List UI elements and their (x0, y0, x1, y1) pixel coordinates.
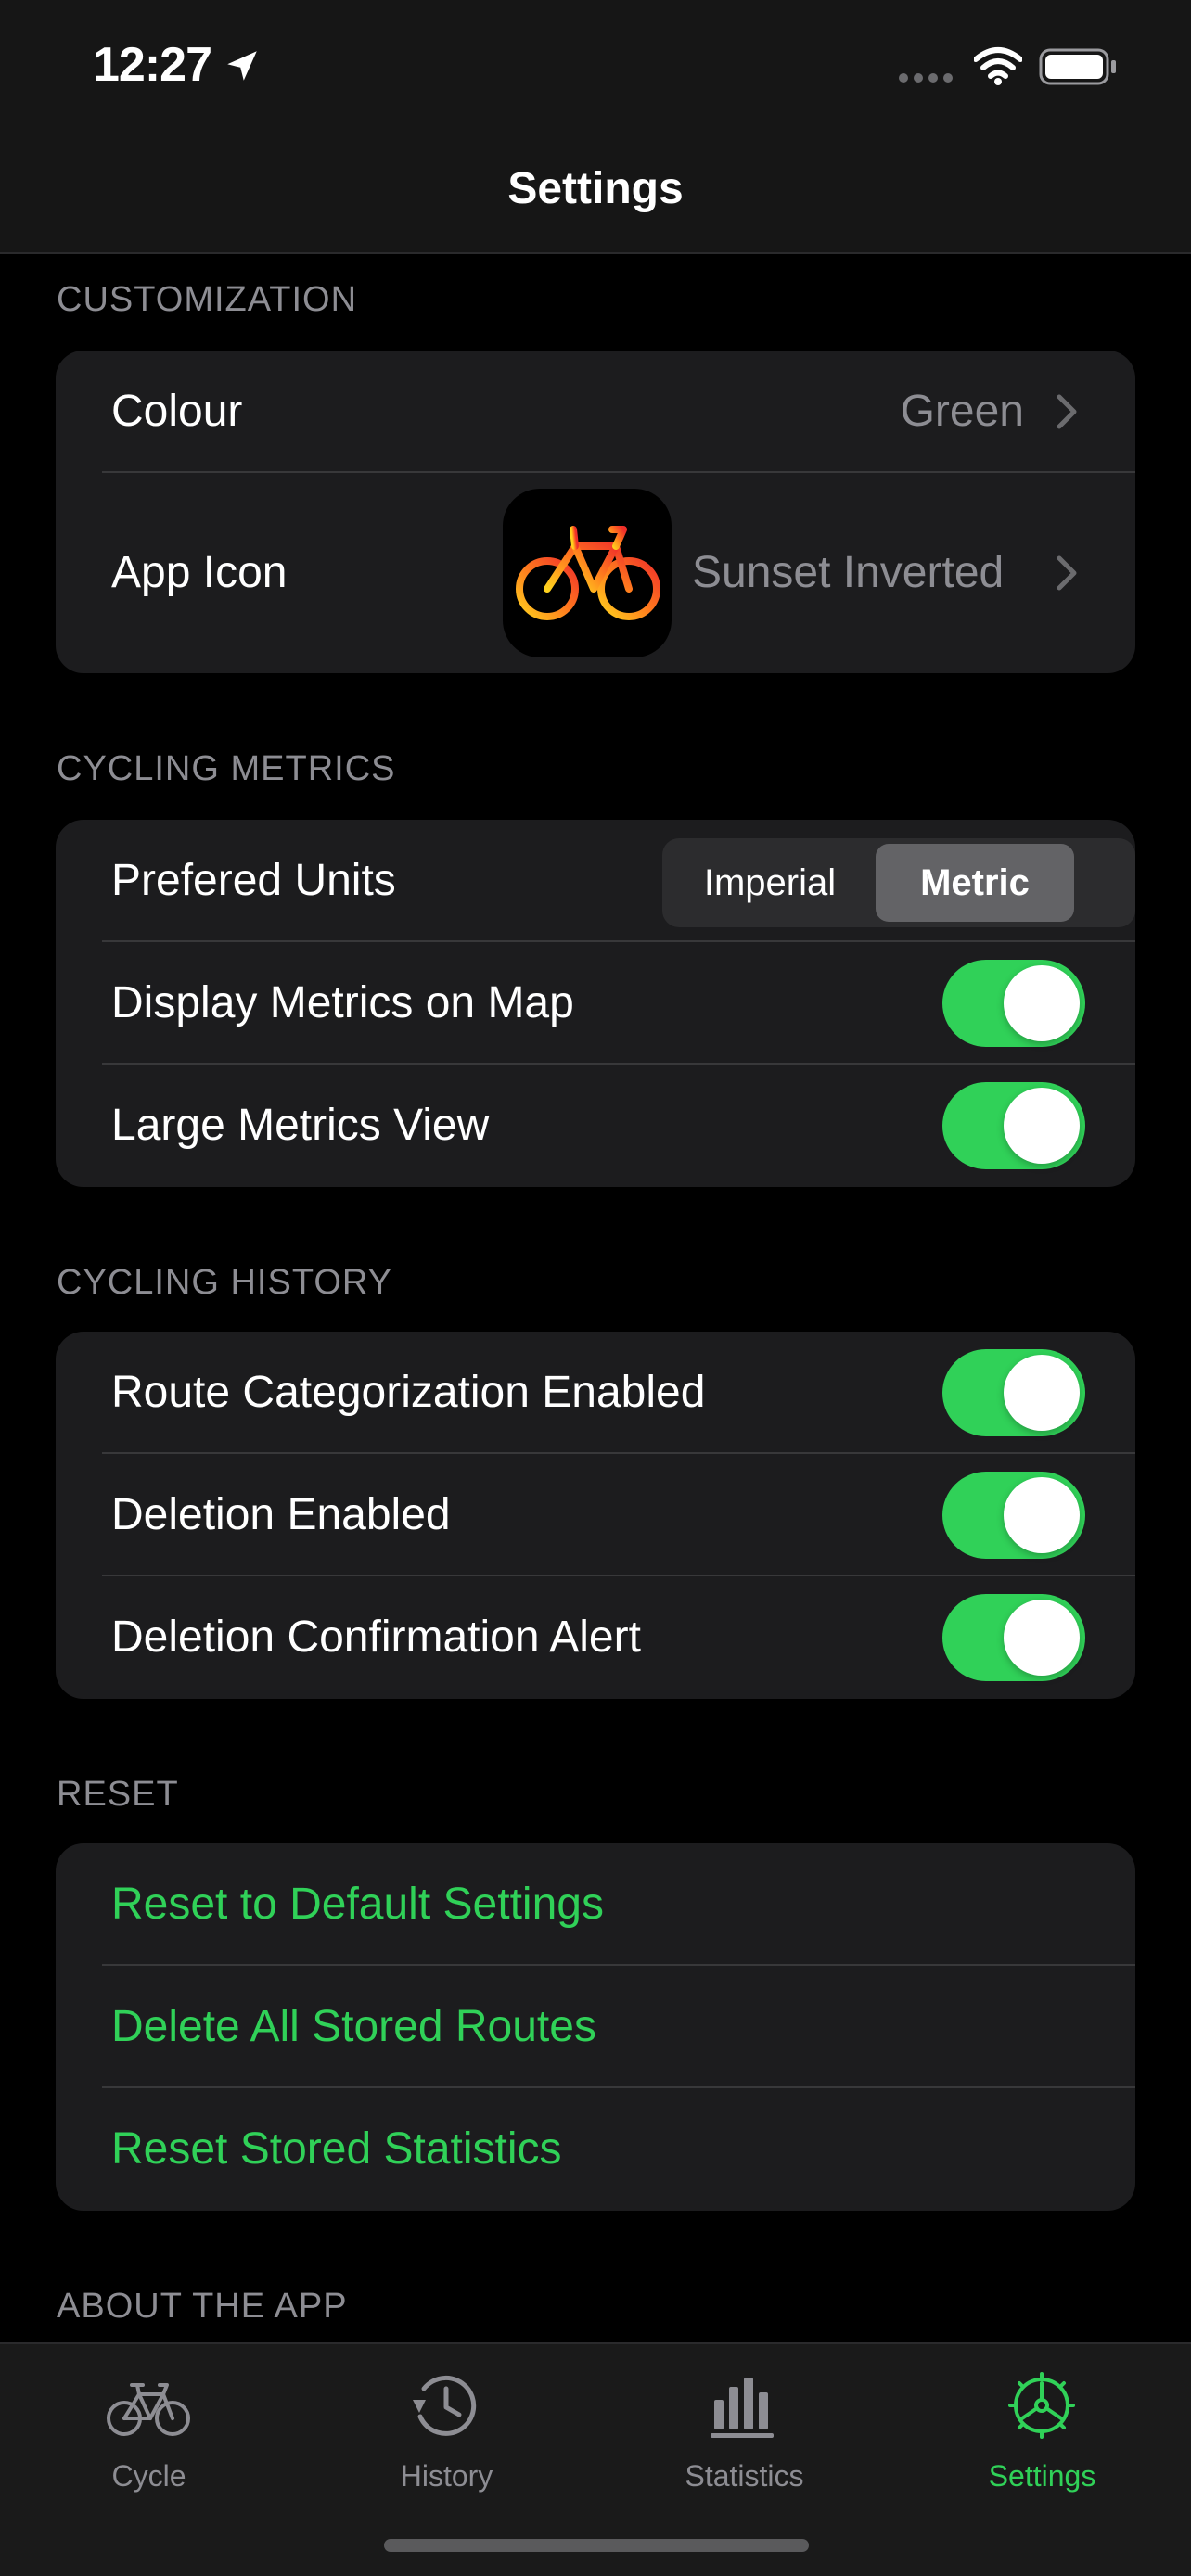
tab-history[interactable]: History (298, 2344, 596, 2511)
toggle-knob (1004, 1355, 1080, 1431)
app-icon-label: App Icon (111, 548, 288, 597)
toggle-knob (1004, 965, 1080, 1041)
battery-icon (1039, 48, 1116, 85)
large-metrics-view-toggle[interactable] (942, 1082, 1085, 1169)
display-metrics-map-toggle[interactable] (942, 960, 1085, 1047)
history-clock-icon (413, 2375, 477, 2436)
delete-routes-label: Delete All Stored Routes (111, 2002, 596, 2051)
large-metrics-view-row: Large Metrics View (56, 1065, 1135, 1187)
deletion-confirmation-toggle[interactable] (942, 1594, 1085, 1681)
display-metrics-map-row: Display Metrics on Map (56, 942, 1135, 1065)
tab-statistics[interactable]: Statistics (596, 2344, 893, 2511)
bicycle-icon (107, 2383, 190, 2436)
tab-label: Statistics (685, 2459, 804, 2493)
deletion-enabled-row: Deletion Enabled (56, 1454, 1135, 1576)
toggle-knob (1004, 1088, 1080, 1164)
tab-label: History (400, 2459, 493, 2493)
deletion-enabled-toggle[interactable] (942, 1472, 1085, 1559)
tab-cycle[interactable]: Cycle (0, 2344, 298, 2511)
segment-imperial[interactable]: Imperial (668, 844, 872, 922)
top-bar: 12:27 Settings (0, 0, 1191, 254)
display-metrics-map-label: Display Metrics on Map (111, 978, 574, 1027)
preferred-units-label: Prefered Units (111, 856, 396, 905)
route-categorization-label: Route Categorization Enabled (111, 1368, 706, 1417)
tab-label: Settings (988, 2459, 1096, 2493)
wifi-icon (974, 47, 1022, 85)
route-categorization-row: Route Categorization Enabled (56, 1332, 1135, 1454)
deletion-confirmation-label: Deletion Confirmation Alert (111, 1613, 641, 1662)
deletion-enabled-label: Deletion Enabled (111, 1490, 451, 1539)
section-header-cycling-metrics: CYCLING METRICS (57, 749, 396, 788)
section-header-about: ABOUT THE APP (57, 2287, 348, 2326)
signal-icon (899, 73, 953, 83)
section-header-cycling-history: CYCLING HISTORY (57, 1263, 393, 1302)
app-icon-value: Sunset Inverted (692, 548, 1005, 597)
toggle-knob (1004, 1477, 1080, 1553)
tab-settings[interactable]: Settings (893, 2344, 1191, 2511)
deletion-confirmation-row: Deletion Confirmation Alert (56, 1576, 1135, 1699)
cycling-history-group: Route Categorization Enabled Deletion En… (56, 1332, 1135, 1699)
colour-label: Colour (111, 387, 243, 436)
delete-routes-button[interactable]: Delete All Stored Routes (56, 1966, 1135, 2088)
chevron-right-icon (1057, 394, 1077, 429)
section-header-reset: RESET (57, 1775, 179, 1814)
toggle-knob (1004, 1600, 1080, 1676)
customization-group: Colour Green App Icon Sunset Inverted (56, 351, 1135, 673)
reset-defaults-label: Reset to Default Settings (111, 1880, 604, 1929)
home-indicator (384, 2539, 809, 2552)
reset-group: Reset to Default Settings Delete All Sto… (56, 1843, 1135, 2211)
colour-value: Green (900, 387, 1024, 436)
location-arrow-icon (227, 51, 257, 81)
units-segmented-control: Imperial Metric (662, 838, 1135, 927)
cycling-metrics-group: Prefered Units Imperial Metric Display M… (56, 820, 1135, 1187)
app-icon-preview (503, 489, 672, 657)
reset-defaults-button[interactable]: Reset to Default Settings (56, 1843, 1135, 1966)
section-header-customization: CUSTOMIZATION (57, 280, 358, 319)
bicycle-icon (516, 526, 660, 620)
route-categorization-toggle[interactable] (942, 1349, 1085, 1436)
reset-statistics-button[interactable]: Reset Stored Statistics (56, 2088, 1135, 2211)
gear-icon (1008, 2372, 1075, 2439)
page-title: Settings (507, 164, 684, 213)
status-time: 12:27 (93, 38, 212, 92)
tab-label: Cycle (111, 2459, 186, 2493)
preferred-units-row: Prefered Units Imperial Metric (56, 820, 1135, 942)
bar-chart-icon (711, 2378, 774, 2438)
chevron-right-icon (1057, 555, 1077, 591)
segment-metric[interactable]: Metric (876, 844, 1074, 922)
large-metrics-view-label: Large Metrics View (111, 1101, 490, 1150)
colour-row[interactable]: Colour Green (56, 351, 1135, 473)
reset-statistics-label: Reset Stored Statistics (111, 2124, 562, 2174)
